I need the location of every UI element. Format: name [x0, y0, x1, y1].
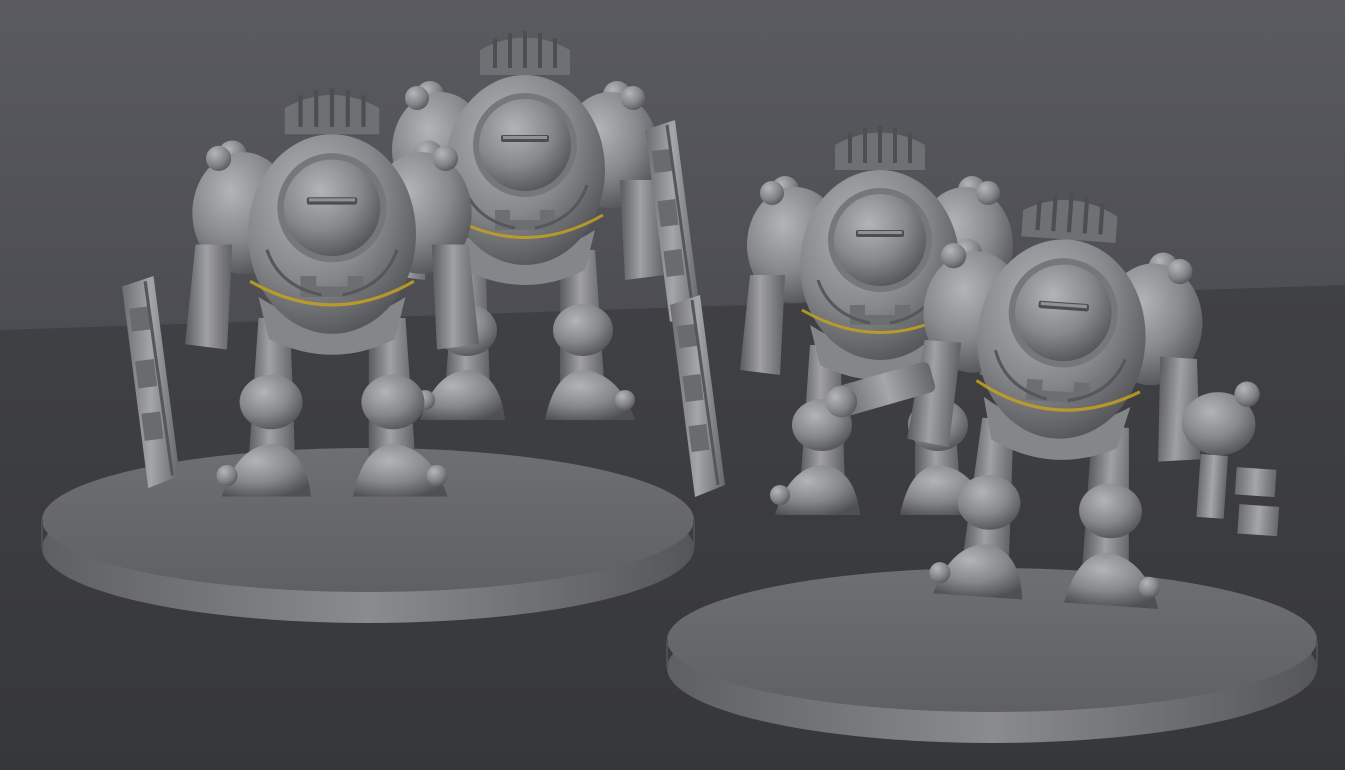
scene-svg	[0, 0, 1345, 770]
render-viewport	[0, 0, 1345, 770]
